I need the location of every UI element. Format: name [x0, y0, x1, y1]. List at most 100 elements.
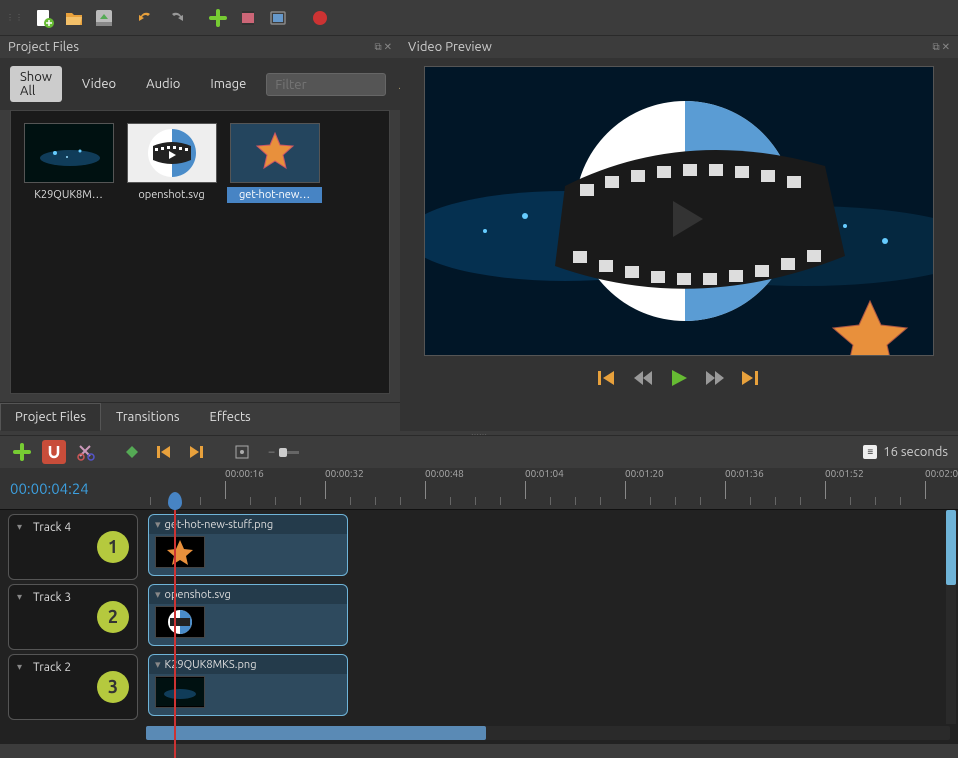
- timeline-scale-chip[interactable]: ≡: [863, 445, 877, 459]
- clip-thumbnail: [155, 676, 205, 708]
- chevron-down-icon[interactable]: ▾: [17, 591, 22, 603]
- ruler-tick: 00:00:32: [325, 468, 364, 499]
- redo-button[interactable]: [164, 6, 188, 30]
- track-label: Track 4: [33, 521, 71, 534]
- zoom-slider[interactable]: −: [268, 445, 299, 459]
- tracks-area: ▾ Track 4 1 ▾ get-hot-new-stuff.png ▾ Track 3 2…: [0, 510, 958, 724]
- track-header[interactable]: ▾Track 23: [8, 654, 138, 720]
- close-panel-icon[interactable]: ✕: [942, 41, 950, 53]
- jump-end-button[interactable]: [740, 369, 762, 387]
- track-label: Track 3: [33, 591, 71, 604]
- file-thumbnail: [230, 123, 320, 183]
- timeline-ruler[interactable]: 00:00:16 00:00:32 00:00:48 00:01:04 00:01:20…: [145, 468, 958, 509]
- play-button[interactable]: [668, 368, 690, 388]
- filter-video[interactable]: Video: [72, 73, 126, 95]
- clip-thumbnail: [155, 536, 205, 568]
- track-label: Track 2: [33, 661, 71, 674]
- chevron-down-icon[interactable]: ▾: [155, 588, 161, 601]
- next-marker-button[interactable]: [184, 440, 208, 464]
- ruler-tick: 00:01:20: [625, 468, 664, 499]
- add-marker-button[interactable]: [120, 440, 144, 464]
- zoom-seconds-label: 16 seconds: [883, 445, 948, 459]
- new-project-button[interactable]: [32, 6, 56, 30]
- choose-profile-button[interactable]: [236, 6, 260, 30]
- file-thumbnail: [24, 123, 114, 183]
- track-header[interactable]: ▾ Track 3 2: [8, 584, 138, 650]
- track-row: ▾ Track 3 2 ▾openshot.svg: [8, 584, 950, 650]
- track-number-badge: 1: [97, 531, 129, 563]
- chevron-down-icon[interactable]: ▾: [17, 661, 22, 673]
- filter-bar: Show All Video Audio Image: [0, 58, 400, 110]
- clip-label: K29QUK8MKS.png: [165, 659, 257, 671]
- timeline: 00:00:04:24 00:00:1600:00:3200:00:4800:0…: [0, 468, 958, 744]
- filter-input[interactable]: [266, 73, 386, 96]
- ruler-tick: 00:01:36: [725, 468, 764, 499]
- file-item[interactable]: K29QUK8M…: [21, 121, 116, 205]
- track-body[interactable]: ▾openshot.svg: [144, 584, 950, 650]
- current-time-display: 00:00:04:24: [0, 468, 145, 509]
- tab-effects[interactable]: Effects: [195, 403, 266, 431]
- ruler-tick: 00:01:52: [825, 468, 864, 499]
- filter-audio[interactable]: Audio: [136, 73, 190, 95]
- video-preview-title: Video Preview: [408, 40, 492, 54]
- video-preview-header: Video Preview ⧉ ✕: [400, 36, 958, 58]
- snap-button[interactable]: [42, 440, 66, 464]
- timeline-clip[interactable]: ▾openshot.svg: [148, 584, 348, 646]
- clip-label: get-hot-new-stuff.png: [165, 519, 274, 531]
- export-video-button[interactable]: [308, 6, 332, 30]
- tab-transitions[interactable]: Transitions: [101, 403, 195, 431]
- track-body[interactable]: ▾ get-hot-new-stuff.png: [144, 514, 950, 580]
- chevron-down-icon[interactable]: ▾: [155, 658, 161, 671]
- undo-button[interactable]: [134, 6, 158, 30]
- project-files-grid[interactable]: K29QUK8M… openshot.svg get-hot-new…: [10, 110, 390, 394]
- ruler-tick: 00:00:48: [425, 468, 464, 499]
- preview-canvas[interactable]: [424, 66, 934, 356]
- close-panel-icon[interactable]: ✕: [384, 41, 392, 53]
- horizontal-scrollbar[interactable]: [146, 726, 950, 740]
- save-project-button[interactable]: [92, 6, 116, 30]
- playhead-line: [174, 508, 176, 758]
- project-files-header: Project Files ⧉ ✕: [0, 36, 400, 58]
- ruler-tick: 00:00:16: [225, 468, 264, 499]
- fullscreen-button[interactable]: [266, 6, 290, 30]
- track-body[interactable]: ▾ K29QUK8MKS.png: [144, 654, 950, 720]
- playhead-icon[interactable]: [168, 492, 182, 510]
- timeline-clip[interactable]: ▾ get-hot-new-stuff.png: [148, 514, 348, 576]
- rewind-button[interactable]: [632, 369, 654, 387]
- track-row: ▾Track 23▾K29QUK8MKS.png: [8, 654, 950, 720]
- jump-start-button[interactable]: [596, 369, 618, 387]
- zoom-out-icon[interactable]: −: [268, 445, 275, 459]
- chevron-down-icon[interactable]: ▾: [155, 518, 161, 531]
- preview-area: [400, 58, 958, 431]
- clip-thumbnail: [155, 606, 205, 638]
- prev-marker-button[interactable]: [152, 440, 176, 464]
- project-files-title: Project Files: [8, 40, 79, 54]
- dock-icon[interactable]: ⧉: [932, 41, 939, 53]
- track-number-badge: 2: [97, 601, 129, 633]
- left-panel-tabs: Project Files Transitions Effects: [0, 402, 400, 431]
- file-label: get-hot-new…: [227, 187, 322, 203]
- dock-icon[interactable]: ⧉: [374, 41, 381, 53]
- file-label: openshot.svg: [124, 187, 219, 203]
- open-project-button[interactable]: [62, 6, 86, 30]
- ruler-tick: 00:01:04: [525, 468, 564, 499]
- fast-forward-button[interactable]: [704, 369, 726, 387]
- file-thumbnail: [127, 123, 217, 183]
- razor-button[interactable]: [74, 440, 98, 464]
- import-files-button[interactable]: [206, 6, 230, 30]
- toolbar-grip-icon: ⋮⋮: [6, 16, 24, 20]
- track-row: ▾ Track 4 1 ▾ get-hot-new-stuff.png: [8, 514, 950, 580]
- filter-show-all[interactable]: Show All: [10, 66, 62, 102]
- timeline-clip[interactable]: ▾ K29QUK8MKS.png: [148, 654, 348, 716]
- timeline-toolbar: − ≡ 16 seconds: [0, 435, 958, 468]
- tab-project-files[interactable]: Project Files: [0, 403, 101, 431]
- add-track-button[interactable]: [10, 440, 34, 464]
- file-item[interactable]: openshot.svg: [124, 121, 219, 205]
- chevron-down-icon[interactable]: ▾: [17, 521, 22, 533]
- ruler-tick: 00:02:0: [925, 468, 958, 499]
- center-playhead-button[interactable]: [230, 440, 254, 464]
- file-item[interactable]: get-hot-new…: [227, 121, 322, 205]
- filter-image[interactable]: Image: [200, 73, 256, 95]
- file-label: K29QUK8M…: [21, 187, 116, 203]
- track-header[interactable]: ▾ Track 4 1: [8, 514, 138, 580]
